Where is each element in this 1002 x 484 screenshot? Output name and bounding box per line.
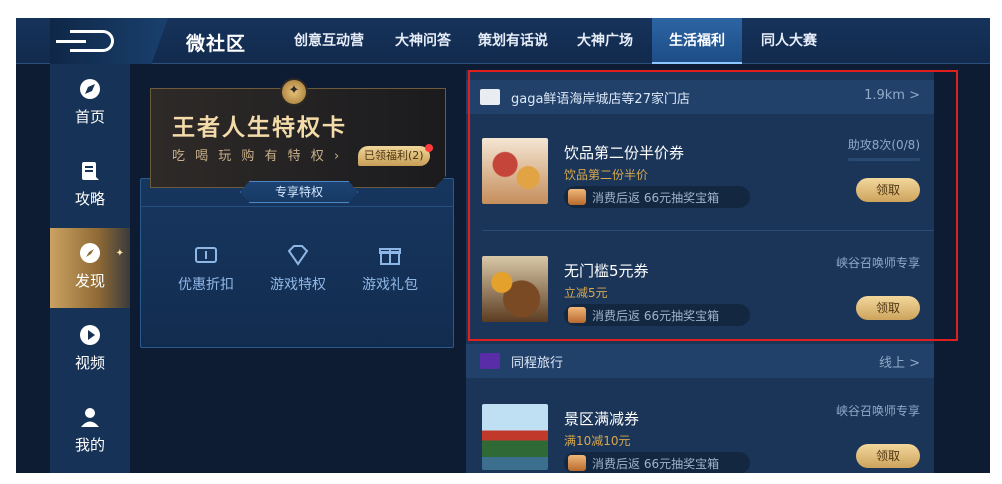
privilege-item-label: 游戏特权	[270, 277, 326, 293]
privilege-item-game[interactable]: 游戏特权	[258, 242, 338, 294]
offer-subtitle: 满10减10元	[564, 434, 631, 448]
diamond-icon	[287, 245, 309, 266]
back-arrow-icon	[56, 30, 114, 52]
offer-thumbnail	[482, 404, 548, 470]
privilege-item-gift[interactable]: 游戏礼包	[350, 242, 430, 294]
store-logo-icon	[480, 353, 500, 369]
privilege-section-label: 专享特权	[240, 181, 358, 203]
treasure-box-icon	[568, 455, 586, 471]
sidebar-item-label: 视频	[74, 354, 105, 372]
privilege-item-label: 游戏礼包	[362, 277, 418, 293]
claim-button[interactable]: 领取	[856, 444, 920, 468]
sidebar-item-label: 首页	[74, 108, 105, 126]
tab-fan-contest[interactable]: 同人大赛	[750, 18, 828, 64]
privilege-item-label: 优惠折扣	[178, 277, 234, 293]
sidebar-item-label: 我的	[74, 436, 105, 454]
ticket-icon	[195, 247, 217, 263]
sidebar: 首页 攻略 发现 视频 我的	[50, 64, 130, 473]
privilege-item-discount[interactable]: 优惠折扣	[166, 242, 246, 294]
emblem-icon: ✦	[280, 78, 308, 106]
sidebar-item-label: 发现	[74, 272, 105, 290]
compass-icon	[80, 79, 100, 99]
sidebar-item-label: 攻略	[74, 190, 105, 208]
chevron-right-icon: ›	[333, 149, 343, 164]
notification-dot	[425, 144, 433, 152]
reward-text: 消费后返 66元抽奖宝箱	[592, 457, 720, 471]
highlight-box	[468, 70, 958, 341]
sidebar-item-me[interactable]: 我的	[50, 392, 130, 472]
divider	[140, 206, 454, 207]
tab-creative-camp[interactable]: 创意互动营	[282, 18, 376, 64]
discover-icon	[80, 243, 100, 263]
tab-plaza[interactable]: 大神广场	[566, 18, 644, 64]
top-nav-bar: 微社区 创意互动营 大神问答 策划有话说 大神广场 生活福利 同人大赛	[16, 18, 990, 64]
gift-icon	[379, 248, 401, 265]
offer-title: 景区满减券	[564, 410, 640, 428]
store-name: 同程旅行	[511, 356, 564, 371]
offer-tag: 峡谷召唤师专享	[835, 404, 920, 418]
store-distance: 线上 >	[878, 356, 920, 371]
play-icon	[80, 325, 100, 345]
document-icon	[82, 162, 99, 180]
app-title: 微社区	[186, 33, 247, 55]
store-header[interactable]: 同程旅行 线上 >	[466, 344, 934, 378]
sidebar-item-video[interactable]: 视频	[50, 310, 130, 390]
sidebar-item-discover[interactable]: 发现	[50, 228, 130, 308]
back-logo-button[interactable]	[50, 18, 168, 64]
privilege-card-title: 王者人生特权卡	[172, 114, 347, 141]
claimed-badge[interactable]: 已领福利(2)	[358, 146, 430, 166]
tab-life-benefits[interactable]: 生活福利	[652, 18, 742, 64]
privilege-card-subtitle[interactable]: 吃 喝 玩 购 有 特 权 ›	[172, 145, 342, 164]
sidebar-item-home[interactable]: 首页	[50, 64, 130, 144]
offer-card[interactable]: 景区满减券 满10减10元 消费后返 66元抽奖宝箱 峡谷召唤师专享 领取	[466, 384, 934, 473]
tab-qa[interactable]: 大神问答	[384, 18, 462, 64]
privilege-card-subtitle-text: 吃 喝 玩 购 有 特 权	[172, 149, 327, 164]
user-icon	[81, 408, 99, 427]
reward-pill: 消费后返 66元抽奖宝箱	[564, 452, 750, 473]
tab-planner-talk[interactable]: 策划有话说	[470, 18, 556, 64]
sidebar-item-guides[interactable]: 攻略	[50, 146, 130, 226]
